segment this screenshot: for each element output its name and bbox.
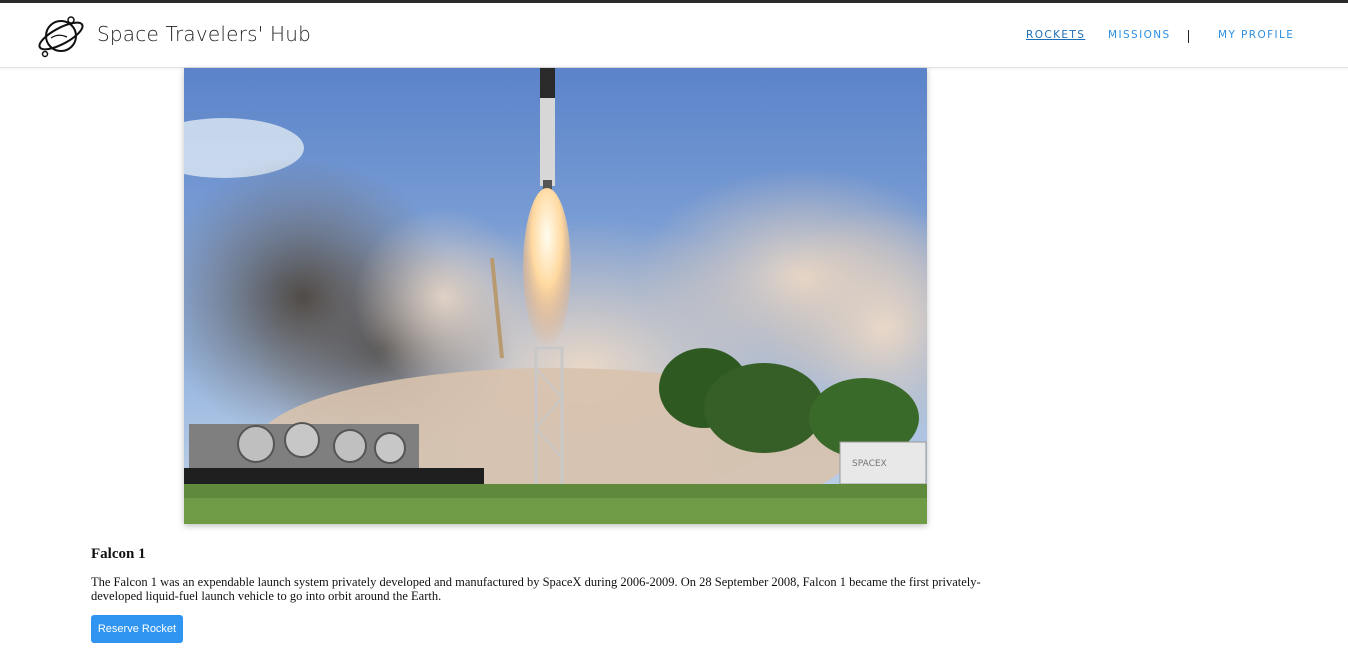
planet-logo-icon[interactable] — [36, 11, 86, 61]
nav-link-missions[interactable]: MISSIONS — [1108, 29, 1171, 41]
spacex-sign-text: SPACEX — [852, 459, 887, 469]
rocket-name: Falcon 1 — [91, 546, 146, 562]
brand-title: Space Travelers' Hub — [97, 22, 311, 46]
nav-divider — [1188, 30, 1189, 43]
rocket-image: SPACEX — [184, 68, 927, 524]
navbar: Space Travelers' Hub ROCKETS MISSIONS MY… — [0, 3, 1348, 68]
nav-link-my-profile[interactable]: MY PROFILE — [1218, 29, 1294, 41]
reserve-rocket-button[interactable]: Reserve Rocket — [91, 615, 183, 643]
nav-link-rockets[interactable]: ROCKETS — [1026, 29, 1085, 41]
rocket-description: The Falcon 1 was an expendable launch sy… — [91, 575, 981, 603]
